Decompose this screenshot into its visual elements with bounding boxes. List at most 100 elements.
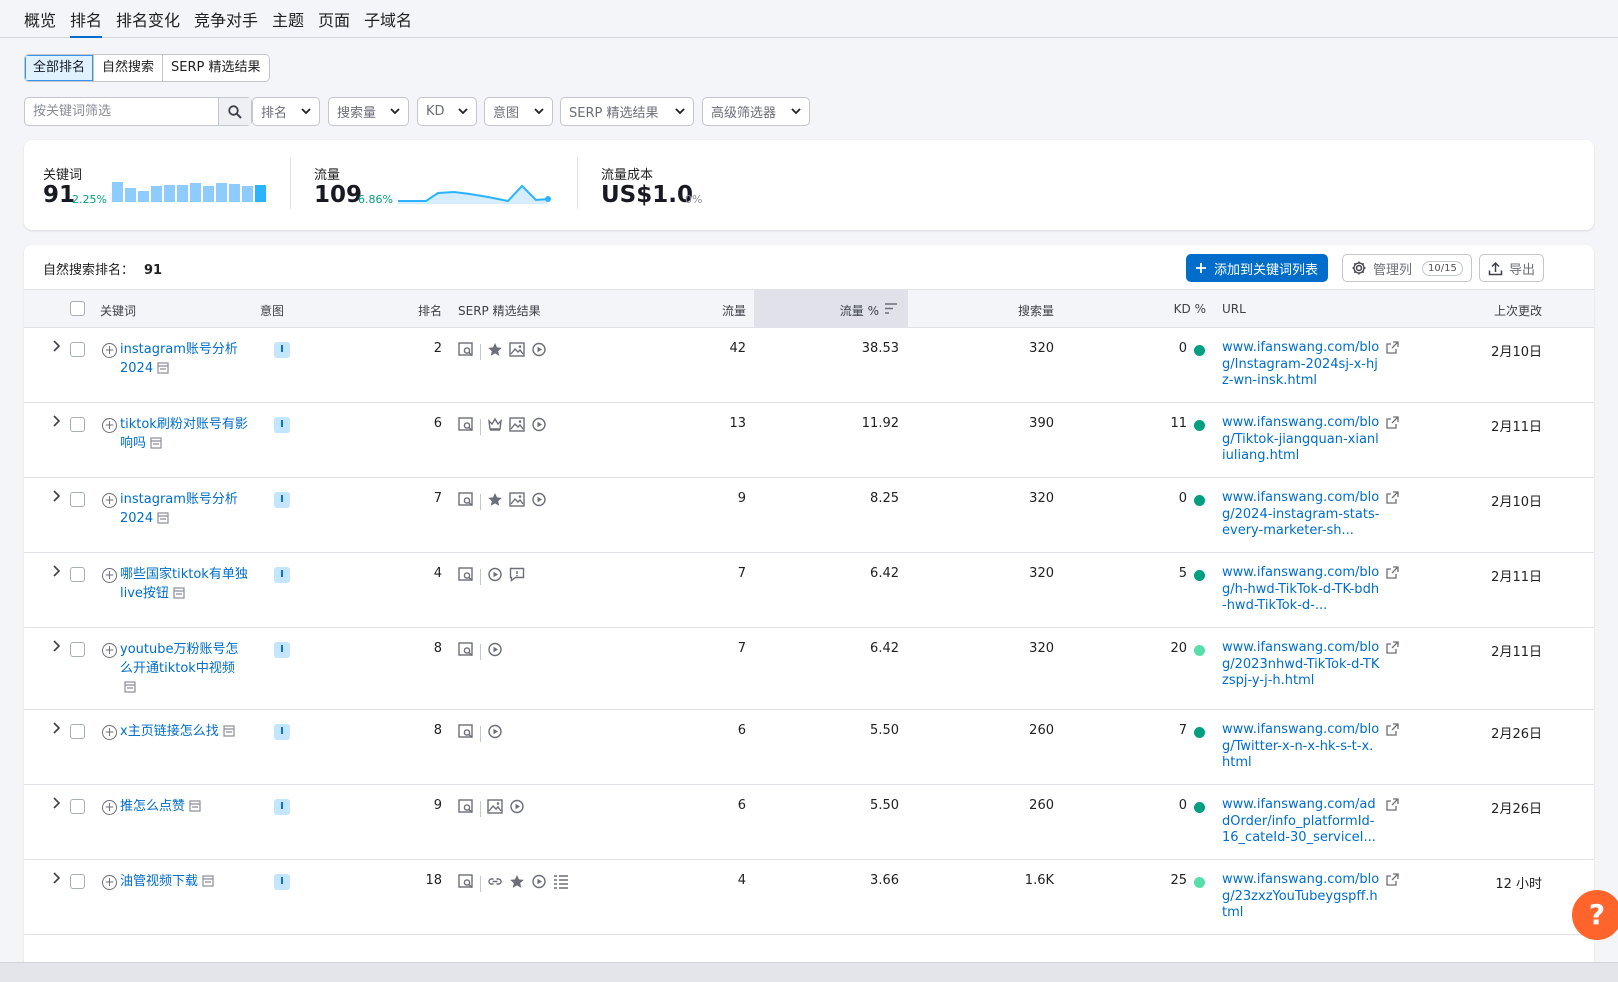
segment-serp-features[interactable]: SERP 精选结果 — [163, 55, 269, 81]
add-keyword-icon[interactable]: + — [102, 418, 117, 433]
video-icon[interactable] — [531, 492, 547, 511]
keyword-link[interactable]: youtube万粉账号怎么开通tiktok中视频 — [120, 642, 238, 676]
keyword-cell[interactable]: 油管视频下载 — [120, 872, 250, 893]
cached-page-icon[interactable] — [157, 511, 169, 530]
help-button[interactable]: ? — [1572, 890, 1618, 940]
col-serp-features[interactable]: SERP 精选结果 — [458, 302, 541, 319]
volume-filter[interactable]: 搜索量 — [328, 97, 409, 126]
add-to-keyword-list-button[interactable]: 添加到关键词列表 — [1186, 254, 1329, 282]
cached-page-icon[interactable] — [173, 586, 185, 605]
external-link-icon[interactable] — [1386, 566, 1399, 583]
keyword-filter-input[interactable] — [25, 98, 220, 125]
add-keyword-icon[interactable]: + — [102, 493, 117, 508]
sort-descending-icon[interactable] — [885, 303, 897, 314]
col-volume[interactable]: 搜索量 — [984, 302, 1054, 319]
col-traffic[interactable]: 流量 — [704, 302, 746, 319]
video-icon[interactable] — [487, 724, 503, 743]
tab-competitors[interactable]: 竞争对手 — [194, 7, 258, 38]
serp-preview-icon[interactable] — [458, 874, 474, 893]
external-link-icon[interactable] — [1386, 798, 1399, 815]
export-button[interactable]: 导出 — [1479, 254, 1545, 282]
col-intent[interactable]: 意图 — [260, 302, 284, 319]
keyword-link[interactable]: instagram账号分析 2024 — [120, 342, 238, 376]
cost-metric-value[interactable]: US$1.0 — [601, 182, 693, 208]
add-keyword-icon[interactable]: + — [102, 343, 117, 358]
serp-preview-icon[interactable] — [458, 567, 474, 586]
table-list-icon[interactable] — [553, 874, 569, 893]
cached-page-icon[interactable] — [202, 874, 214, 893]
add-keyword-icon[interactable]: + — [102, 568, 117, 583]
add-keyword-icon[interactable]: + — [102, 875, 117, 890]
featured-snippet-icon[interactable] — [487, 417, 503, 436]
external-link-icon[interactable] — [1386, 416, 1399, 433]
keyword-link[interactable]: tiktok刷粉对账号有影响吗 — [120, 417, 248, 451]
tab-overview[interactable]: 概览 — [24, 7, 56, 38]
row-checkbox[interactable] — [70, 342, 85, 357]
cached-page-icon[interactable] — [223, 724, 235, 743]
cached-page-icon[interactable] — [124, 680, 136, 699]
tab-pages[interactable]: 页面 — [318, 7, 350, 38]
row-checkbox[interactable] — [70, 567, 85, 582]
select-all-checkbox[interactable] — [70, 301, 85, 316]
bottom-scrollbar[interactable] — [0, 962, 1618, 982]
segment-all-rankings[interactable]: 全部排名 — [25, 55, 95, 81]
tab-subdomains[interactable]: 子域名 — [364, 7, 412, 38]
kd-filter[interactable]: KD — [417, 97, 477, 126]
manage-columns-button[interactable]: 管理列 10/15 — [1342, 254, 1472, 282]
expand-row-chevron-icon[interactable] — [52, 797, 61, 813]
advanced-filters[interactable]: 高级筛选器 — [702, 97, 810, 126]
keyword-link[interactable]: 油管视频下载 — [120, 874, 198, 889]
row-checkbox[interactable] — [70, 492, 85, 507]
keyword-link[interactable]: instagram账号分析 2024 — [120, 492, 238, 526]
keywords-metric-value[interactable]: 91 — [43, 182, 75, 208]
segment-organic[interactable]: 自然搜索 — [94, 55, 164, 81]
url-link[interactable]: www.ifanswang.com/addOrder/info_platform… — [1222, 797, 1380, 847]
keyword-cell[interactable]: 哪些国家tiktok有单独live按钮 — [120, 565, 250, 605]
review-star-icon[interactable] — [509, 874, 525, 893]
external-link-icon[interactable] — [1386, 341, 1399, 358]
image-pack-icon[interactable] — [509, 342, 525, 361]
keyword-cell[interactable]: 推怎么点赞 — [120, 797, 250, 818]
cached-page-icon[interactable] — [157, 361, 169, 380]
search-button[interactable] — [218, 98, 251, 125]
row-checkbox[interactable] — [70, 799, 85, 814]
row-checkbox[interactable] — [70, 874, 85, 889]
url-link[interactable]: www.ifanswang.com/blog/Instagram-2024sj-… — [1222, 340, 1380, 390]
serp-preview-icon[interactable] — [458, 642, 474, 661]
keyword-link[interactable]: 推怎么点赞 — [120, 799, 185, 814]
traffic-metric-value[interactable]: 109 — [314, 182, 362, 208]
faq-icon[interactable] — [509, 567, 525, 586]
serp-preview-icon[interactable] — [458, 342, 474, 361]
tab-ranking-changes[interactable]: 排名变化 — [116, 7, 180, 38]
serp-preview-icon[interactable] — [458, 492, 474, 511]
add-keyword-icon[interactable]: + — [102, 725, 117, 740]
col-keyword[interactable]: 关键词 — [100, 302, 136, 319]
sitelinks-icon[interactable] — [487, 874, 503, 893]
keyword-cell[interactable]: instagram账号分析 2024 — [120, 340, 250, 380]
keyword-cell[interactable]: instagram账号分析 2024 — [120, 490, 250, 530]
image-pack-icon[interactable] — [509, 492, 525, 511]
keyword-cell[interactable]: tiktok刷粉对账号有影响吗 — [120, 415, 250, 455]
external-link-icon[interactable] — [1386, 723, 1399, 740]
expand-row-chevron-icon[interactable] — [52, 490, 61, 506]
row-checkbox[interactable] — [70, 642, 85, 657]
external-link-icon[interactable] — [1386, 873, 1399, 890]
cached-page-icon[interactable] — [150, 436, 162, 455]
url-link[interactable]: www.ifanswang.com/blog/Twitter-x-n-x-hk-… — [1222, 722, 1380, 772]
url-link[interactable]: www.ifanswang.com/blog/2024-instagram-st… — [1222, 490, 1380, 540]
expand-row-chevron-icon[interactable] — [52, 640, 61, 656]
add-keyword-icon[interactable]: + — [102, 643, 117, 658]
col-url[interactable]: URL — [1222, 302, 1246, 316]
serp-preview-icon[interactable] — [458, 724, 474, 743]
video-icon[interactable] — [531, 874, 547, 893]
intent-filter[interactable]: 意图 — [484, 97, 553, 126]
keyword-link[interactable]: x主页链接怎么找 — [120, 724, 219, 739]
tab-rankings[interactable]: 排名 — [70, 7, 103, 38]
expand-row-chevron-icon[interactable] — [52, 340, 61, 356]
external-link-icon[interactable] — [1386, 491, 1399, 508]
expand-row-chevron-icon[interactable] — [52, 722, 61, 738]
review-star-icon[interactable] — [487, 342, 503, 361]
expand-row-chevron-icon[interactable] — [52, 565, 61, 581]
serp-preview-icon[interactable] — [458, 417, 474, 436]
tab-topics[interactable]: 主题 — [272, 7, 304, 38]
